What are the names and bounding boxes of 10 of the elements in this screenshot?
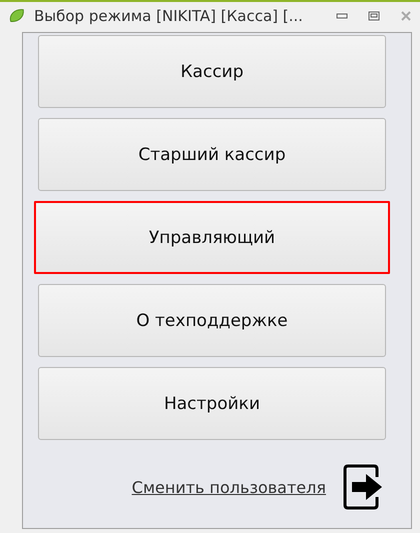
minimize-icon[interactable] [336, 12, 348, 20]
mode-button[interactable]: Кассир [38, 35, 386, 108]
mode-button[interactable]: Старший кассир [38, 118, 386, 191]
mode-button[interactable]: Управляющий [34, 201, 390, 274]
change-user-link[interactable]: Сменить пользователя [132, 478, 326, 496]
mode-button[interactable]: О техподдержке [38, 284, 386, 357]
mode-button[interactable]: Настройки [38, 367, 386, 440]
lime-icon [8, 7, 26, 25]
window-title: Выбор режима [NIKITA] [Касса] [... [34, 7, 303, 25]
maximize-icon[interactable] [368, 11, 380, 21]
